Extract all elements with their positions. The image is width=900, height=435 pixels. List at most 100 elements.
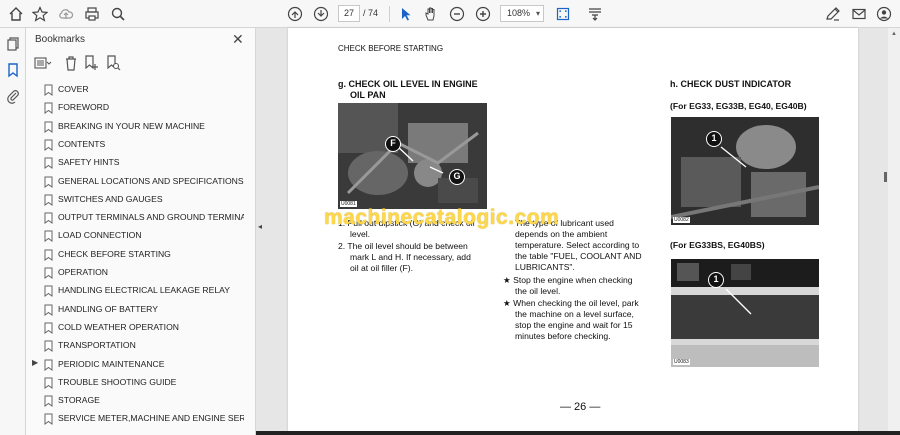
- zoom-out-icon[interactable]: [447, 4, 467, 24]
- dust-indicator-photo-2: 1 U0083: [671, 259, 819, 367]
- options-menu-icon[interactable]: [34, 54, 52, 72]
- bookmark-icon: [44, 303, 53, 316]
- bookmarks-icon[interactable]: [5, 62, 21, 78]
- main-toolbar: 27 / 74 108% ▾: [0, 0, 900, 28]
- step-1-line-2: level.: [350, 229, 371, 239]
- scroll-up-icon[interactable]: ▲: [891, 31, 897, 37]
- pdf-page: CHECK BEFORE STARTING g. CHECK OIL LEVEL…: [288, 28, 858, 435]
- bookmark-icon: [44, 83, 53, 96]
- bookmark-item[interactable]: STORAGE: [26, 391, 244, 409]
- callout-f: F: [385, 136, 401, 152]
- bookmark-label: PERIODIC MAINTENANCE: [58, 358, 165, 369]
- bookmark-star-icon[interactable]: [30, 4, 50, 24]
- star-note-1-line-2: the oil level.: [515, 286, 561, 296]
- section-h-title: h. CHECK DUST INDICATOR: [670, 79, 792, 89]
- home-icon[interactable]: [6, 4, 26, 24]
- section-h-subtitle-2: (For EG33BS, EG40BS): [670, 240, 765, 250]
- delete-bookmark-icon[interactable]: [62, 54, 80, 72]
- bookmark-item[interactable]: CHECK BEFORE STARTING: [26, 245, 244, 263]
- bookmarks-panel: Bookmarks ✕ COVER FOREWORD BREAKING IN YOU…: [26, 28, 278, 435]
- dust-indicator-photo-2-image: [671, 259, 819, 367]
- dust-indicator-photo-1-image: [671, 117, 819, 225]
- collapse-panel-icon[interactable]: ◂: [258, 222, 262, 231]
- bookmark-item[interactable]: HANDLING OF BATTERY: [26, 300, 244, 318]
- bookmark-icon: [44, 248, 53, 261]
- page-number-input[interactable]: 27: [338, 5, 360, 22]
- star-note-1: ★ Stop the engine when checking: [503, 275, 633, 285]
- select-pointer-icon[interactable]: [396, 4, 416, 24]
- bookmark-label: SERVICE METER,MACHINE AND ENGINE SERIAL …: [58, 413, 244, 424]
- add-bookmark-icon[interactable]: [82, 54, 100, 72]
- bookmark-icon: [44, 156, 53, 170]
- toolbar-divider: [389, 6, 390, 22]
- bottom-edge: [256, 431, 900, 435]
- zoom-in-icon[interactable]: [473, 4, 493, 24]
- account-icon[interactable]: [874, 4, 894, 24]
- bookmark-item[interactable]: FOREWORD: [26, 98, 244, 116]
- star-note-2: ★ When checking the oil level, park: [503, 298, 639, 308]
- scroll-mode-icon[interactable]: [585, 4, 605, 24]
- bookmark-item[interactable]: SAFETY HINTS: [26, 153, 244, 171]
- engine-oil-photo: F G U0081: [338, 103, 487, 209]
- bookmark-icon: [44, 138, 53, 151]
- bookmark-item[interactable]: COVER: [26, 80, 244, 98]
- zoom-search-icon[interactable]: [108, 4, 128, 24]
- callout-1: 1: [706, 131, 722, 147]
- fit-page-icon[interactable]: [553, 4, 573, 24]
- hand-icon[interactable]: [421, 4, 441, 24]
- page-header: CHECK BEFORE STARTING: [338, 44, 444, 53]
- bookmark-label: TROUBLE SHOOTING GUIDE: [58, 376, 177, 387]
- bookmark-item[interactable]: SWITCHES AND GAUGES: [26, 190, 244, 208]
- attachments-icon[interactable]: [5, 88, 21, 104]
- page-up-icon[interactable]: [285, 4, 305, 24]
- bookmark-item[interactable]: TROUBLE SHOOTING GUIDE: [26, 373, 244, 391]
- bookmark-item[interactable]: LOAD CONNECTION: [26, 226, 244, 244]
- middle-line-2: depends on the ambient: [515, 229, 608, 239]
- bookmark-label: COLD WEATHER OPERATION: [58, 321, 179, 332]
- print-icon[interactable]: [82, 4, 102, 24]
- mail-icon[interactable]: [849, 4, 869, 24]
- bookmark-label: CONTENTS: [58, 138, 106, 149]
- middle-line-5: LUBRICANTS".: [515, 262, 575, 272]
- bookmark-icon: [44, 193, 53, 206]
- bookmark-item[interactable]: OUTPUT TERMINALS AND GROUND TERMINAL: [26, 208, 244, 226]
- upload-icon[interactable]: [56, 4, 76, 24]
- document-scrollbar[interactable]: ▲: [888, 28, 900, 435]
- sign-pen-icon[interactable]: [823, 4, 843, 24]
- bookmark-item[interactable]: BREAKING IN YOUR NEW MACHINE: [26, 117, 244, 135]
- middle-line-4: the table "FUEL, COOLANT AND: [515, 251, 642, 261]
- bookmark-label: SAFETY HINTS: [58, 157, 120, 168]
- star-note-2-line-3: stop the engine and wait for 15: [515, 320, 633, 330]
- bookmark-item[interactable]: COLD WEATHER OPERATION: [26, 318, 244, 336]
- star-note-2-line-4: minutes before checking.: [515, 331, 611, 341]
- find-bookmark-icon[interactable]: [104, 54, 122, 72]
- bookmark-icon: [44, 412, 53, 426]
- zoom-level-select[interactable]: 108% ▾: [500, 5, 544, 22]
- bookmark-icon: [44, 284, 53, 298]
- bookmark-icon: [44, 376, 53, 389]
- middle-line-3: temperature. Select according to: [515, 240, 640, 250]
- bookmark-item[interactable]: GENERAL LOCATIONS AND SPECIFICATIONS: [26, 172, 244, 190]
- bookmark-label: OPERATION: [58, 267, 108, 277]
- bookmark-item[interactable]: OPERATION: [26, 263, 244, 281]
- bookmark-item[interactable]: SERVICE METER,MACHINE AND ENGINE SERIAL …: [26, 409, 244, 427]
- bookmark-item[interactable]: TRANSPORTATION: [26, 336, 244, 354]
- photo-code: U0083: [673, 359, 690, 365]
- bookmark-item[interactable]: HANDLING ELECTRICAL LEAKAGE RELAY: [26, 281, 244, 299]
- callout-1-second: 1: [708, 272, 724, 288]
- page-down-icon[interactable]: [311, 4, 331, 24]
- bookmark-icon: [44, 358, 53, 371]
- expand-chevron-icon[interactable]: ▶: [32, 358, 38, 367]
- right-panel-handle[interactable]: [884, 172, 887, 182]
- engine-oil-photo-image: [338, 103, 487, 209]
- section-g-title: g. CHECK OIL LEVEL IN ENGINE: [338, 79, 478, 89]
- pages-icon[interactable]: [5, 36, 21, 52]
- bookmark-item[interactable]: ▶ PERIODIC MAINTENANCE: [26, 355, 244, 373]
- close-icon[interactable]: ✕: [232, 31, 244, 48]
- bookmark-label: BREAKING IN YOUR NEW MACHINE: [58, 120, 205, 131]
- bookmark-label: GENERAL LOCATIONS AND SPECIFICATIONS: [58, 175, 244, 186]
- bookmark-icon: [44, 101, 53, 115]
- page-number-label: — 26 —: [560, 401, 601, 413]
- bookmark-icon: [44, 394, 53, 408]
- bookmark-item[interactable]: CONTENTS: [26, 135, 244, 153]
